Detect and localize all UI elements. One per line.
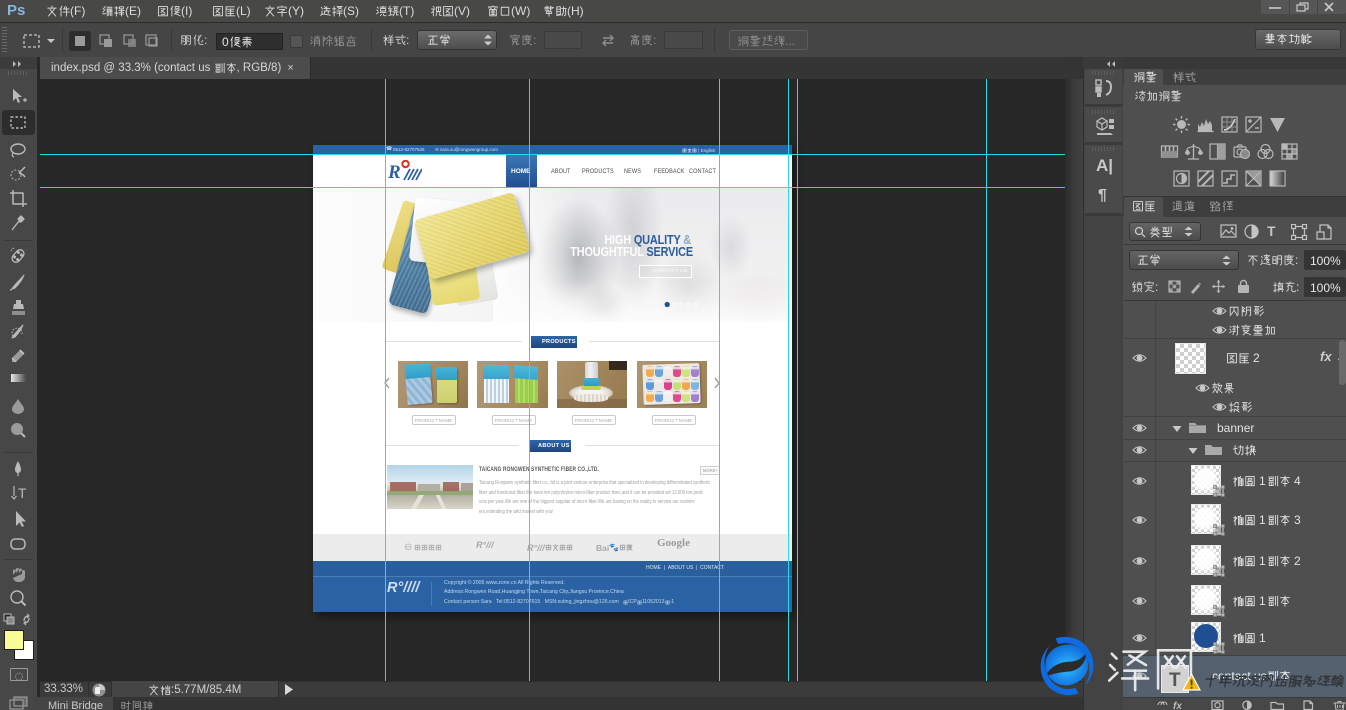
svg-text:T: T [18,485,27,501]
svg-text:R: R [388,162,401,182]
svg-text:fx: fx [1173,701,1182,710]
